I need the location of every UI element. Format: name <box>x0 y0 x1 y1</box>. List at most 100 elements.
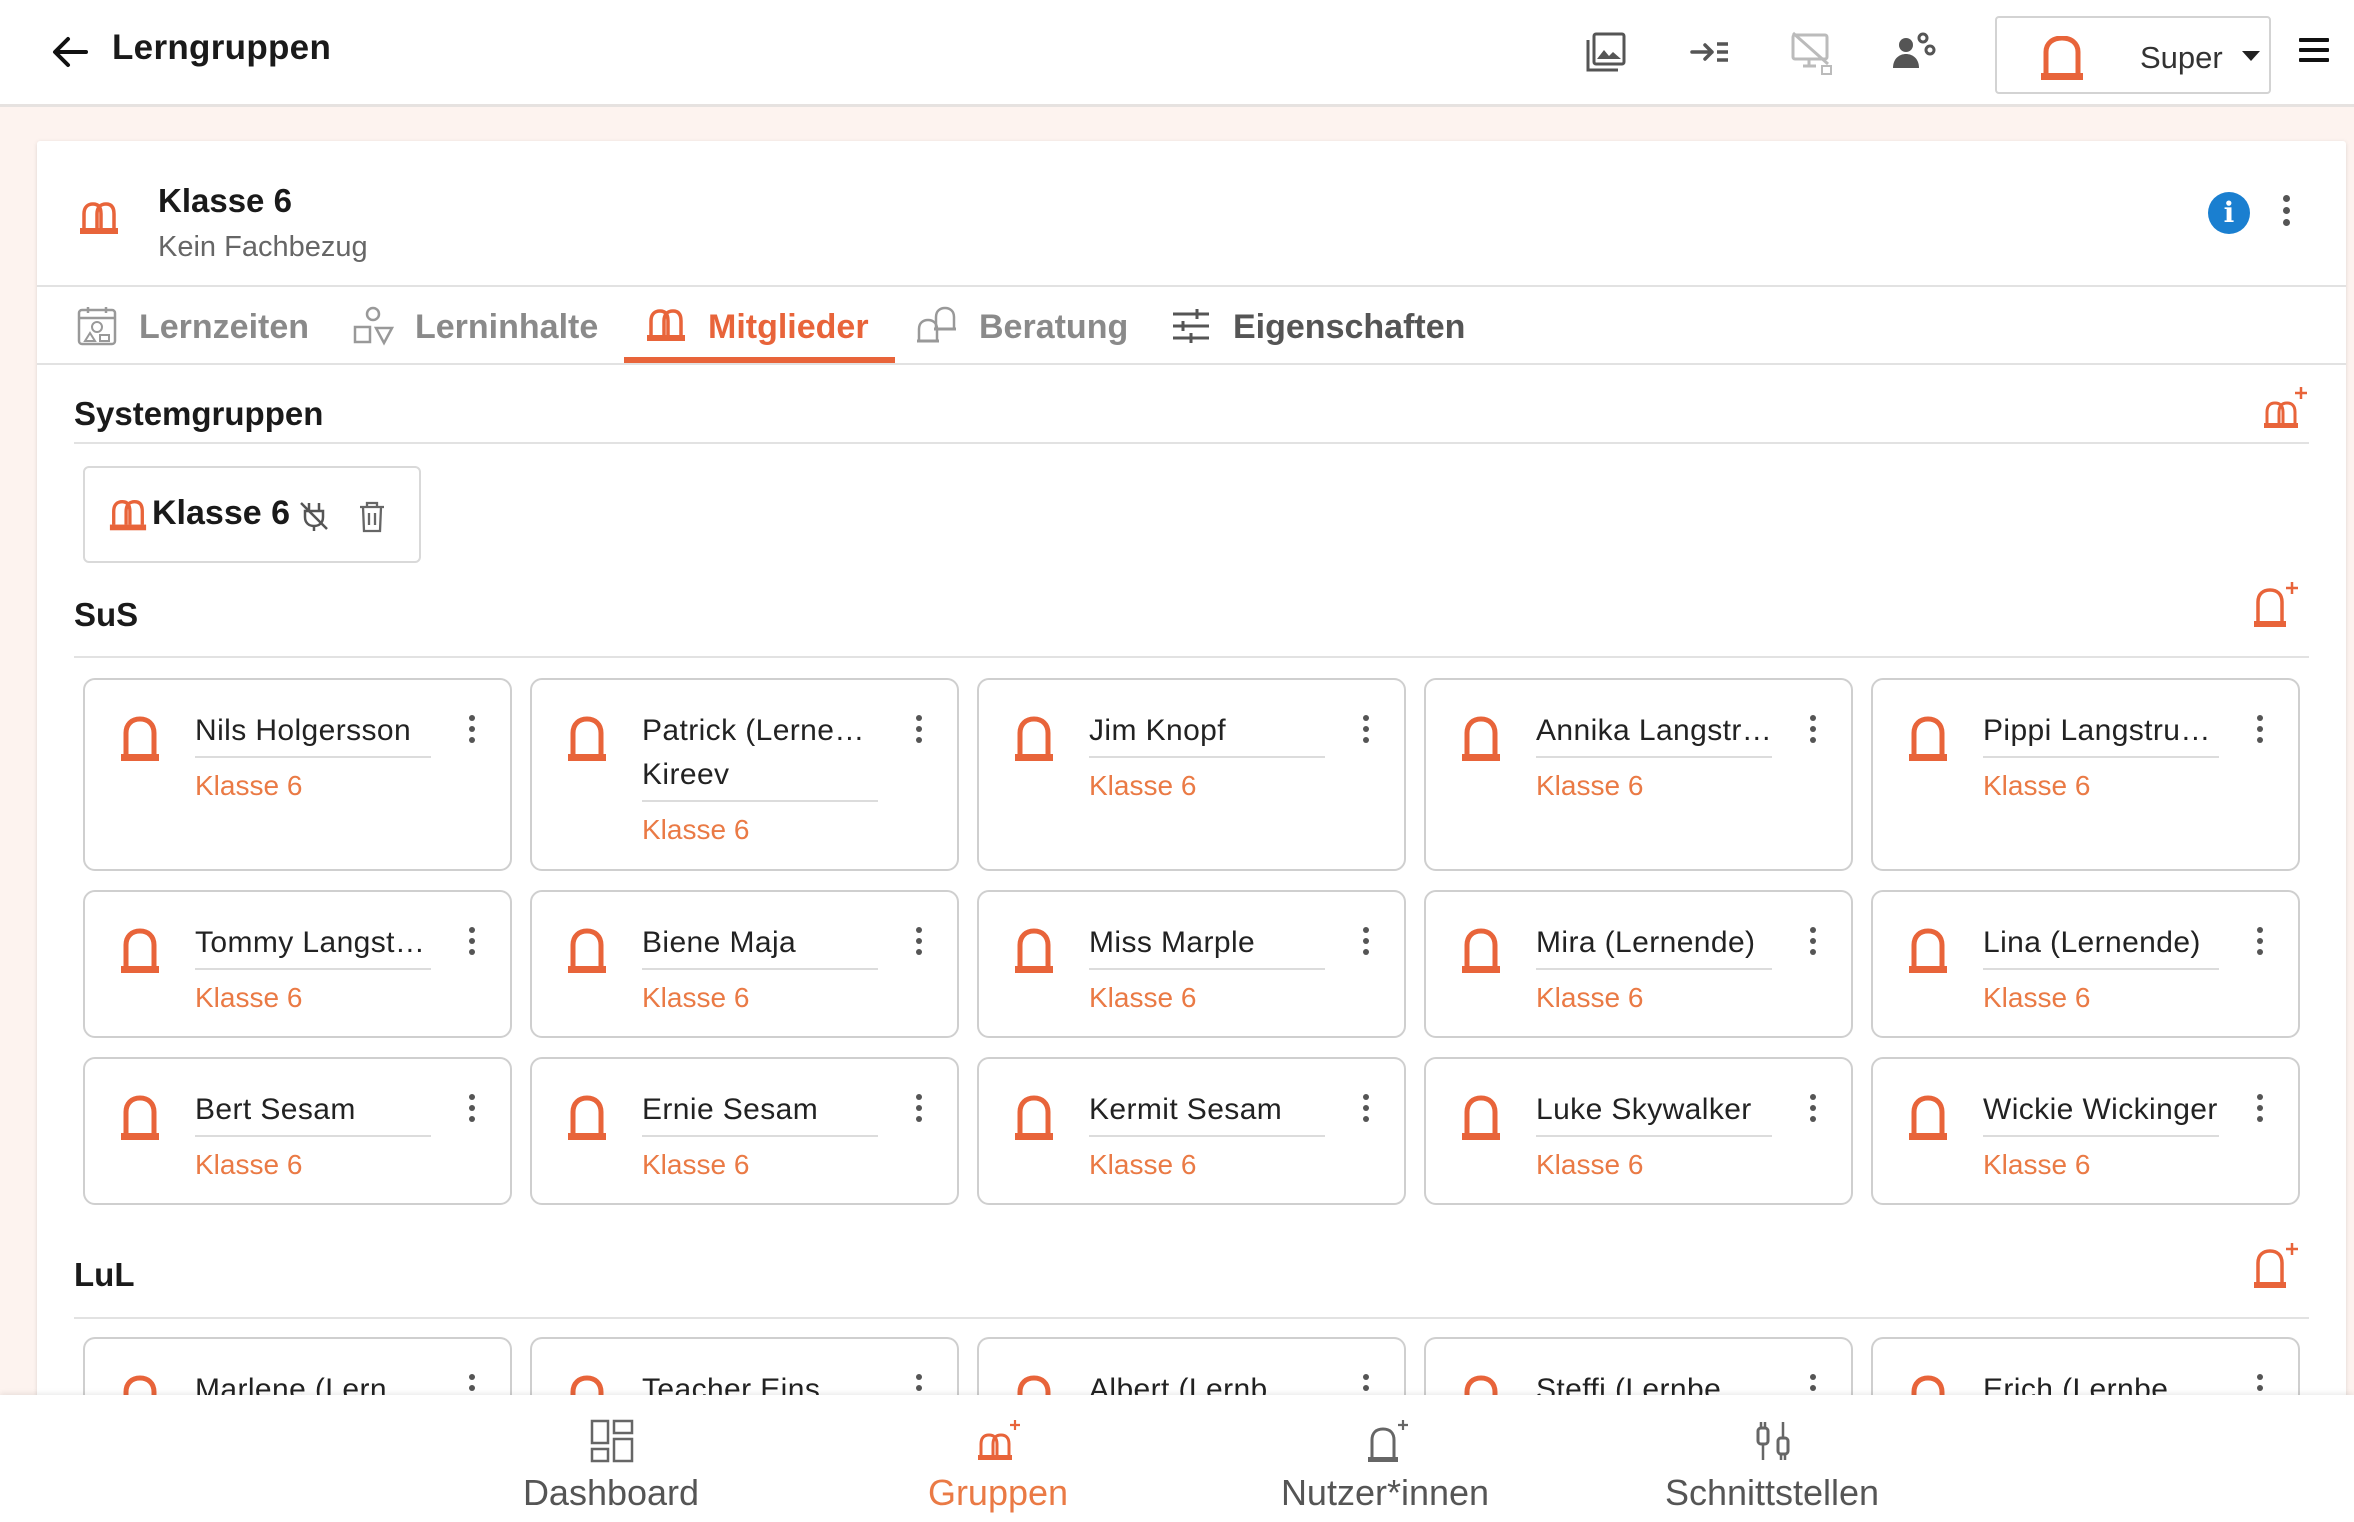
more-vert-icon[interactable] <box>914 927 924 963</box>
tab-label: Lerninhalte <box>415 308 599 346</box>
group-subtitle: Kein Fachbezug <box>158 231 368 263</box>
divider <box>74 1317 2309 1319</box>
more-vert-icon[interactable] <box>2281 195 2291 231</box>
divider <box>1089 968 1325 970</box>
more-vert-icon[interactable] <box>2255 1094 2265 1130</box>
more-vert-icon[interactable] <box>2255 715 2265 751</box>
more-vert-icon[interactable] <box>1361 1094 1371 1130</box>
member-card[interactable]: Tommy Langstrumpf Klasse 6 <box>83 890 512 1038</box>
group-icon <box>80 202 118 234</box>
add-group-icon[interactable] <box>2261 384 2309 432</box>
member-card[interactable]: Bert Sesam Klasse 6 <box>83 1057 512 1205</box>
role-select[interactable]: Super <box>1995 16 2271 94</box>
divider <box>1536 1135 1772 1137</box>
member-name: Annika Langstrumpf <box>1536 714 1772 747</box>
tab-label: Lernzeiten <box>139 308 310 346</box>
user-settings-icon[interactable] <box>1890 28 1938 76</box>
member-card[interactable]: Ernie Sesam Klasse 6 <box>530 1057 959 1205</box>
sync-off-icon[interactable] <box>297 499 331 533</box>
member-card[interactable]: Kermit Sesam Klasse 6 <box>977 1057 1406 1205</box>
more-vert-icon[interactable] <box>467 927 477 963</box>
member-name-line2: Kireev <box>642 758 730 791</box>
tab-lerninhalte[interactable]: Lerninhalte <box>352 300 612 360</box>
member-card[interactable]: Luke Skywalker Klasse 6 <box>1424 1057 1853 1205</box>
nav-gruppen[interactable]: Gruppen <box>848 1395 1148 1522</box>
member-class: Klasse 6 <box>195 982 303 1013</box>
add-user-icon[interactable] <box>2250 1241 2298 1289</box>
nav-nutzer-innen[interactable]: Nutzer*innen <box>1235 1395 1535 1522</box>
screen-clean-icon[interactable] <box>1788 28 1836 76</box>
member-card[interactable]: Biene Maja Klasse 6 <box>530 890 959 1038</box>
user-avatar-icon <box>120 715 160 761</box>
user-avatar-icon <box>567 1094 607 1140</box>
more-vert-icon[interactable] <box>1808 715 1818 751</box>
member-name: Pippi Langstrumpf <box>1983 714 2219 747</box>
tab-lernzeiten[interactable]: Lernzeiten <box>76 300 336 360</box>
more-vert-icon[interactable] <box>1361 715 1371 751</box>
divider <box>1983 1135 2219 1137</box>
member-class: Klasse 6 <box>1983 1149 2091 1180</box>
menu-icon[interactable] <box>2299 38 2329 64</box>
user-avatar-icon <box>567 927 607 973</box>
member-name: Biene Maja <box>642 926 797 959</box>
tab-beratung[interactable]: Beratung <box>916 300 1156 360</box>
more-vert-icon[interactable] <box>467 715 477 751</box>
member-class: Klasse 6 <box>1983 982 2091 1013</box>
more-vert-icon[interactable] <box>1361 927 1371 963</box>
member-card[interactable]: Miss Marple Klasse 6 <box>977 890 1406 1038</box>
more-vert-icon[interactable] <box>914 715 924 751</box>
indent-icon[interactable] <box>1686 28 1734 76</box>
add-user-icon[interactable] <box>2250 580 2298 628</box>
member-name: Kermit Sesam <box>1089 1093 1283 1126</box>
divider <box>642 1135 878 1137</box>
group-icon <box>647 309 685 341</box>
role-label: Super <box>2140 40 2223 75</box>
more-vert-icon[interactable] <box>1808 927 1818 963</box>
member-card[interactable]: Mira (Lernende) Klasse 6 <box>1424 890 1853 1038</box>
shapes-icon <box>353 306 394 346</box>
divider <box>1536 756 1772 758</box>
divider <box>195 968 431 970</box>
member-card[interactable]: Nils Holgersson Klasse 6 <box>83 678 512 871</box>
member-card[interactable]: Pippi Langstrumpf Klasse 6 <box>1871 678 2300 871</box>
sliders-icon <box>1173 309 1209 343</box>
member-class: Klasse 6 <box>195 770 303 801</box>
more-vert-icon[interactable] <box>1808 1094 1818 1130</box>
nav-schnittstellen[interactable]: Schnittstellen <box>1622 1395 1922 1522</box>
trash-icon[interactable] <box>355 498 389 534</box>
user-avatar-icon <box>567 715 607 761</box>
nav-label: Schnittstellen <box>1664 1472 1880 1513</box>
divider <box>195 756 431 758</box>
member-card[interactable]: Lina (Lernende) Klasse 6 <box>1871 890 2300 1038</box>
nav-dashboard[interactable]: Dashboard <box>461 1395 761 1522</box>
divider <box>37 363 2346 365</box>
system-group-chip[interactable]: Klasse 6 <box>83 466 421 563</box>
divider <box>1983 756 2219 758</box>
more-vert-icon[interactable] <box>2255 927 2265 963</box>
page-title: Lerngruppen <box>112 28 332 67</box>
tab-eigenschaften[interactable]: Eigenschaften <box>1170 300 1470 360</box>
member-name: Mira (Lernende) <box>1536 926 1756 959</box>
more-vert-icon[interactable] <box>467 1094 477 1130</box>
groups-icon <box>978 1420 1020 1460</box>
member-card[interactable]: Jim Knopf Klasse 6 <box>977 678 1406 871</box>
member-class: Klasse 6 <box>642 982 750 1013</box>
tab-label: Mitglieder <box>708 308 869 346</box>
section-title-sus: SuS <box>74 596 139 633</box>
member-card[interactable]: Wickie Wickinger Klasse 6 <box>1871 1057 2300 1205</box>
more-vert-icon[interactable] <box>914 1094 924 1130</box>
gallery-icon[interactable] <box>1582 28 1630 76</box>
bottom-navigation: Dashboard Gruppen Nutzer*innen Schnittst… <box>0 1395 2354 1522</box>
info-icon[interactable]: i <box>2208 192 2250 234</box>
member-class: Klasse 6 <box>642 1149 750 1180</box>
tab-mitglieder[interactable]: Mitglieder <box>645 300 905 360</box>
member-card[interactable]: Annika Langstrumpf Klasse 6 <box>1424 678 1853 871</box>
divider <box>37 285 2346 287</box>
users-icon <box>1368 1420 1408 1462</box>
section-title-lul: LuL <box>74 1256 135 1293</box>
member-name: Luke Skywalker <box>1536 1093 1752 1126</box>
back-arrow-icon[interactable] <box>46 28 94 76</box>
nav-label: Nutzer*innen <box>1280 1472 1490 1513</box>
member-card[interactable]: Patrick (Lernende) Kireev Klasse 6 <box>530 678 959 871</box>
chip-label: Klasse 6 <box>152 494 290 532</box>
